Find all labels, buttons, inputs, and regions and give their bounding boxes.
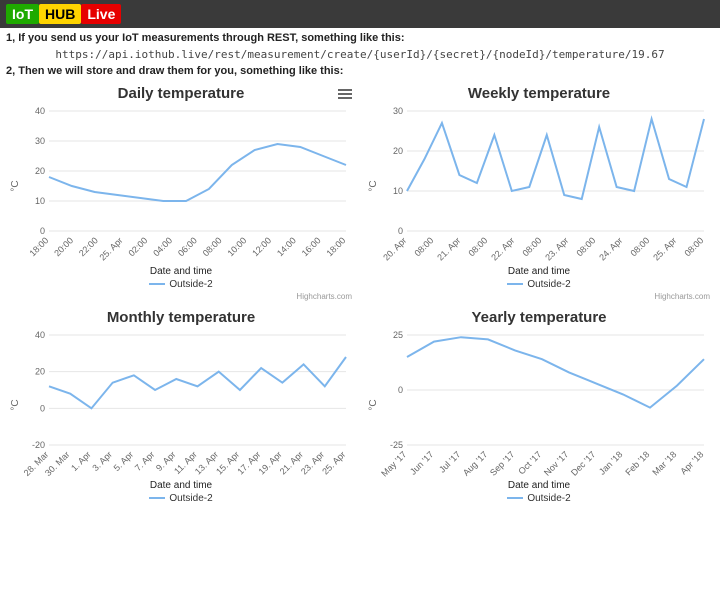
intro-line-1: 1, If you send us your IoT measurements … xyxy=(6,32,405,44)
svg-text:10: 10 xyxy=(393,186,403,196)
api-url: https://api.iothub.live/rest/measurement… xyxy=(6,44,714,65)
logo-hub: HUB xyxy=(39,4,81,24)
svg-text:25: 25 xyxy=(393,330,403,340)
svg-text:Mar '18: Mar '18 xyxy=(650,449,678,477)
svg-text:40: 40 xyxy=(35,330,45,340)
svg-text:°C: °C xyxy=(10,399,21,410)
legend[interactable]: Outside-2 xyxy=(362,491,716,506)
svg-text:Jul '17: Jul '17 xyxy=(437,449,462,474)
svg-text:5. Apr: 5. Apr xyxy=(112,449,136,473)
svg-text:23. Apr: 23. Apr xyxy=(543,235,570,262)
svg-text:May '17: May '17 xyxy=(379,449,408,478)
svg-text:40: 40 xyxy=(35,106,45,116)
svg-text:0: 0 xyxy=(398,226,403,236)
svg-text:18:00: 18:00 xyxy=(324,235,347,258)
svg-text:30: 30 xyxy=(393,106,403,116)
svg-text:°C: °C xyxy=(368,180,379,191)
svg-text:Jan '18: Jan '18 xyxy=(597,449,624,476)
svg-text:25. Apr: 25. Apr xyxy=(97,235,124,262)
svg-text:16:00: 16:00 xyxy=(300,235,323,258)
hamburger-icon[interactable] xyxy=(338,87,352,101)
svg-text:30: 30 xyxy=(35,136,45,146)
svg-text:0: 0 xyxy=(40,403,45,413)
chart-monthly: Monthly temperature -2002040 °C 28. Mar3… xyxy=(4,305,358,506)
svg-text:21. Apr: 21. Apr xyxy=(435,235,462,262)
legend[interactable]: Outside-2 xyxy=(4,277,358,292)
logo-live: Live xyxy=(81,4,121,24)
svg-text:12:00: 12:00 xyxy=(250,235,273,258)
chart-credit[interactable]: Highcharts.com xyxy=(4,292,358,301)
svg-text:20. Apr: 20. Apr xyxy=(381,235,408,262)
svg-text:08:00: 08:00 xyxy=(520,235,543,258)
svg-text:20:00: 20:00 xyxy=(52,235,75,258)
svg-text:20: 20 xyxy=(393,146,403,156)
svg-text:1. Apr: 1. Apr xyxy=(69,449,93,473)
x-axis-label: Date and time xyxy=(362,480,716,491)
svg-text:10: 10 xyxy=(35,196,45,206)
svg-text:Apr '18: Apr '18 xyxy=(678,449,705,476)
svg-text:22:00: 22:00 xyxy=(77,235,100,258)
x-axis-label: Date and time xyxy=(362,266,716,277)
logo-iot: IoT xyxy=(6,4,39,24)
svg-text:Aug '17: Aug '17 xyxy=(461,449,489,477)
x-axis-label: Date and time xyxy=(4,480,358,491)
svg-text:04:00: 04:00 xyxy=(151,235,174,258)
chart-title: Daily temperature xyxy=(4,81,358,106)
chart-plot-daily[interactable]: 010203040 °C 18:0020:0022:0025. Apr02:00… xyxy=(4,106,354,266)
chart-title: Yearly temperature xyxy=(362,305,716,330)
svg-text:°C: °C xyxy=(368,399,379,410)
svg-text:-25: -25 xyxy=(390,440,403,450)
svg-text:25. Apr: 25. Apr xyxy=(651,235,678,262)
chart-weekly: Weekly temperature 0102030 °C 20. Apr08:… xyxy=(362,81,716,301)
svg-text:-20: -20 xyxy=(32,440,45,450)
svg-text:0: 0 xyxy=(40,226,45,236)
svg-text:08:00: 08:00 xyxy=(628,235,651,258)
chart-plot-monthly[interactable]: -2002040 °C 28. Mar30. Mar1. Apr3. Apr5.… xyxy=(4,330,354,480)
chart-daily: Daily temperature 010203040 °C 18:0020:0… xyxy=(4,81,358,301)
svg-text:Jun '17: Jun '17 xyxy=(408,449,435,476)
chart-plot-yearly[interactable]: -25 0 25 °C May '17Jun '17Jul '17Aug '17Se… xyxy=(362,330,712,480)
svg-text:°C: °C xyxy=(10,180,21,191)
svg-text:14:00: 14:00 xyxy=(275,235,298,258)
svg-text:08:00: 08:00 xyxy=(412,235,435,258)
svg-text:20: 20 xyxy=(35,166,45,176)
svg-text:Oct '17: Oct '17 xyxy=(516,449,543,476)
svg-text:20: 20 xyxy=(35,367,45,377)
chart-credit[interactable]: Highcharts.com xyxy=(362,292,716,301)
svg-text:22. Apr: 22. Apr xyxy=(489,235,516,262)
legend[interactable]: Outside-2 xyxy=(4,491,358,506)
svg-text:08:00: 08:00 xyxy=(201,235,224,258)
svg-text:25. Apr: 25. Apr xyxy=(320,449,347,476)
svg-text:3. Apr: 3. Apr xyxy=(90,449,114,473)
svg-text:08:00: 08:00 xyxy=(466,235,489,258)
legend[interactable]: Outside-2 xyxy=(362,277,716,292)
svg-text:Nov '17: Nov '17 xyxy=(542,449,570,477)
svg-text:Dec '17: Dec '17 xyxy=(569,449,597,477)
svg-text:10:00: 10:00 xyxy=(225,235,248,258)
svg-text:Feb '18: Feb '18 xyxy=(623,449,651,477)
intro-line-2: 2, Then we will store and draw them for … xyxy=(6,65,343,77)
svg-text:Sep '17: Sep '17 xyxy=(488,449,516,477)
chart-plot-weekly[interactable]: 0102030 °C 20. Apr08:0021. Apr08:0022. A… xyxy=(362,106,712,266)
svg-text:7. Apr: 7. Apr xyxy=(133,449,157,473)
chart-title: Weekly temperature xyxy=(362,81,716,106)
svg-text:08:00: 08:00 xyxy=(574,235,597,258)
svg-text:06:00: 06:00 xyxy=(176,235,199,258)
chart-yearly: Yearly temperature -25 0 25 °C May '17Jun … xyxy=(362,305,716,506)
svg-text:02:00: 02:00 xyxy=(126,235,149,258)
chart-title: Monthly temperature xyxy=(4,305,358,330)
svg-text:08:00: 08:00 xyxy=(682,235,705,258)
app-header: IoT HUB Live xyxy=(0,0,720,28)
x-axis-label: Date and time xyxy=(4,266,358,277)
svg-text:24. Apr: 24. Apr xyxy=(597,235,624,262)
svg-text:0: 0 xyxy=(398,385,403,395)
svg-text:18:00: 18:00 xyxy=(27,235,50,258)
